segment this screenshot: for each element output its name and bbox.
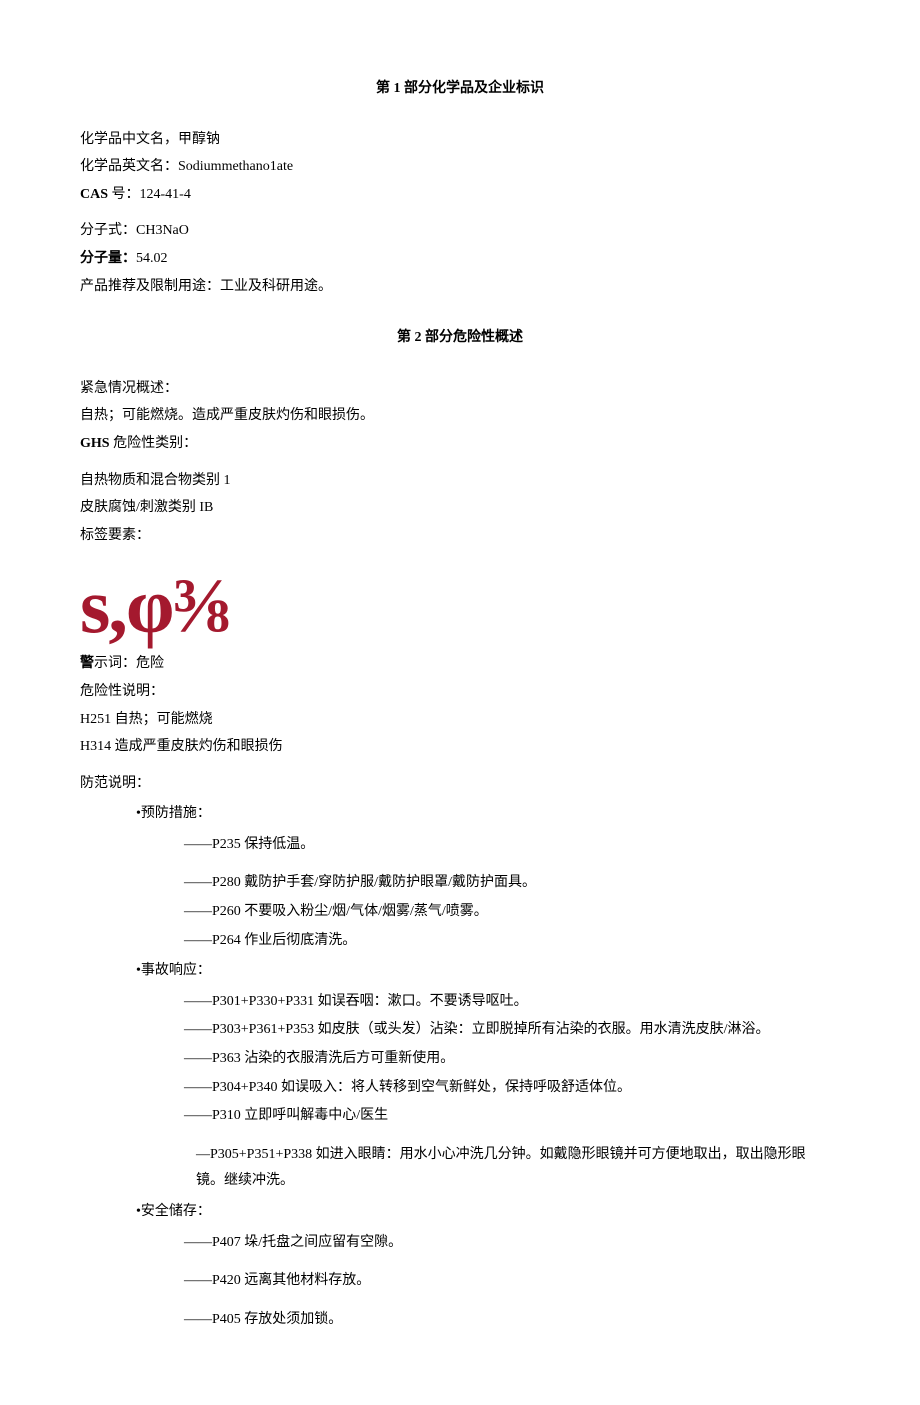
emergency-head: 紧急情况概述： — [80, 376, 840, 403]
molecular-weight: 分子量：54.02 — [80, 246, 840, 273]
response-head: •事故响应： — [136, 958, 840, 985]
prevention-p280: ——P280 戴防护手套/穿防护服/戴防护眼罩/戴防护面具。 — [184, 870, 840, 897]
cas-number: CAS 号：124-41-4 — [80, 182, 840, 209]
hazard-h251: H251 自热；可能燃烧 — [80, 707, 840, 734]
storage-s1: ——P407 垛/托盘之间应留有空隙。 — [184, 1230, 840, 1257]
response-r6: —P305+P351+P338 如进入眼睛：用水小心冲洗几分钟。如戴隐形眼镜并可… — [196, 1142, 830, 1195]
ghs-cat1: 自热物质和混合物类别 1 — [80, 468, 840, 495]
recommended-use: 产品推荐及限制用途：工业及科研用途。 — [80, 274, 840, 301]
mw-prefix: 分子量： — [80, 251, 136, 266]
label-elements: 标签要素： — [80, 523, 840, 550]
hazard-h314: H314 造成严重皮肤灼伤和眼损伤 — [80, 734, 840, 761]
prevention-p260: ——P260 不要吸入粉尘/烟/气体/烟雾/蒸气/喷雾。 — [184, 899, 840, 926]
response-r5: ——P310 立即呼叫解毒中心/医生 — [184, 1103, 840, 1130]
ghs-cat2: 皮肤腐蚀/刺激类别 IB — [80, 495, 840, 522]
emergency-text: 自热；可能燃烧。造成严重皮肤灼伤和眼损伤。 — [80, 403, 840, 430]
response-r3: ——P363 沾染的衣服清洗后方可重新使用。 — [184, 1046, 840, 1073]
response-r4: ——P304+P340 如误吸入：将人转移到空气新鲜处，保持呼吸舒适体位。 — [184, 1075, 840, 1102]
prevention-head: •预防措施： — [136, 801, 840, 828]
response-r1: ——P301+P330+P331 如误吞咽：漱口。不要诱导呕吐。 — [184, 989, 840, 1016]
section1-title: 第 1 部分化学品及企业标识 — [80, 76, 840, 103]
signal-text: 示词：危险 — [94, 656, 164, 671]
molecular-formula: 分子式：CH3NaO — [80, 218, 840, 245]
ghs-prefix: GHS — [80, 436, 110, 451]
precaution-head: 防范说明： — [80, 771, 840, 798]
ghs-class: GHS 危险性类别： — [80, 431, 840, 458]
cas-suffix: 号：124-41-4 — [108, 187, 191, 202]
signal-word: 警示词：危险 — [80, 651, 840, 678]
response-r2: ——P303+P361+P353 如皮肤（或头发）沾染：立即脱掉所有沾染的衣服。… — [184, 1017, 840, 1044]
ghs-pictogram-icon: s,φ⅜ — [80, 567, 840, 645]
section2-title: 第 2 部分危险性概述 — [80, 325, 840, 352]
signal-prefix: 警 — [80, 656, 94, 671]
storage-s3: ——P405 存放处须加锁。 — [184, 1307, 840, 1334]
chem-name-en: 化学品英文名：Sodiummethano1ate — [80, 154, 840, 181]
storage-head: •安全储存： — [136, 1199, 840, 1226]
chem-name-cn: 化学品中文名，甲醇钠 — [80, 127, 840, 154]
cas-prefix: CAS — [80, 187, 108, 202]
prevention-p235: ——P235 保持低温。 — [184, 832, 840, 859]
ghs-suffix: 危险性类别： — [110, 436, 198, 451]
storage-s2: ——P420 远离其他材料存放。 — [184, 1268, 840, 1295]
mw-value: 54.02 — [136, 251, 168, 266]
hazard-head: 危险性说明： — [80, 679, 840, 706]
prevention-p264: ——P264 作业后彻底清洗。 — [184, 928, 840, 955]
